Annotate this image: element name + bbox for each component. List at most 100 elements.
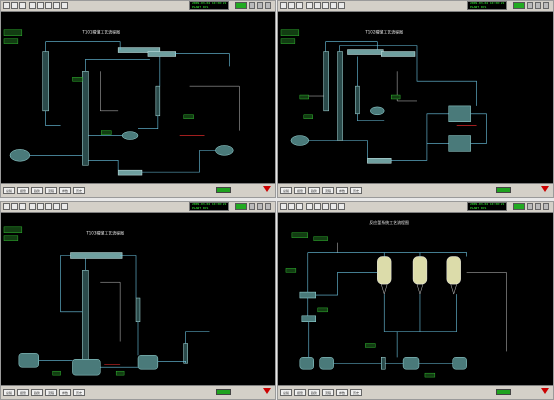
tag-box bbox=[424, 372, 436, 378]
home-icon[interactable] bbox=[3, 2, 10, 9]
status-indicator bbox=[496, 187, 511, 193]
save-icon[interactable] bbox=[45, 2, 52, 9]
diagram-title: T102精馏工艺流程图 bbox=[364, 30, 403, 35]
window-button[interactable] bbox=[535, 203, 541, 210]
zoom-icon[interactable] bbox=[19, 203, 26, 210]
check-icon[interactable] bbox=[306, 2, 313, 9]
status-indicator bbox=[235, 203, 247, 210]
status-indicator bbox=[235, 2, 247, 9]
refresh-icon[interactable] bbox=[330, 203, 337, 210]
tab-button[interactable]: 历史 bbox=[73, 389, 85, 396]
tab-button[interactable]: 参数 bbox=[59, 187, 71, 194]
save-icon[interactable] bbox=[322, 2, 329, 9]
tab-button[interactable]: 历史 bbox=[350, 389, 362, 396]
tab-button[interactable]: 总貌 bbox=[280, 187, 292, 194]
condenser bbox=[381, 51, 416, 57]
tab-button[interactable]: 趋势 bbox=[308, 389, 320, 396]
separator bbox=[155, 85, 161, 117]
tab-button[interactable]: 流程 bbox=[322, 187, 334, 194]
tab-button[interactable]: 总貌 bbox=[3, 187, 15, 194]
tab-button[interactable]: 总貌 bbox=[3, 389, 15, 396]
print-icon[interactable] bbox=[288, 203, 295, 210]
window-button[interactable] bbox=[543, 2, 549, 9]
diagram-title: T103精馏工艺流程图 bbox=[85, 231, 124, 236]
settings-icon[interactable] bbox=[61, 2, 68, 9]
check-icon[interactable] bbox=[306, 203, 313, 210]
tab-button[interactable]: 参数 bbox=[336, 389, 348, 396]
save-icon[interactable] bbox=[45, 203, 52, 210]
alarm-icon bbox=[263, 388, 271, 394]
tab-button[interactable]: 流程 bbox=[322, 389, 334, 396]
tab-button[interactable]: 流程 bbox=[45, 187, 57, 194]
tab-button[interactable]: 趋势 bbox=[31, 187, 43, 194]
tab-button[interactable]: 参数 bbox=[336, 187, 348, 194]
home-icon[interactable] bbox=[280, 2, 287, 9]
tag-box bbox=[317, 307, 328, 313]
window-button[interactable] bbox=[535, 2, 541, 9]
diagram-title: T101精馏工艺流程图 bbox=[81, 30, 120, 35]
panel-t102: 2009-03-04 10:30:21 PLANT DCS T102精馏工艺流程… bbox=[277, 0, 554, 198]
chart-icon[interactable] bbox=[314, 2, 321, 9]
tab-button[interactable]: 报警 bbox=[294, 389, 306, 396]
tag-box bbox=[303, 114, 313, 119]
storage-tank bbox=[452, 357, 467, 370]
tab-button[interactable]: 报警 bbox=[294, 187, 306, 194]
window-button[interactable] bbox=[249, 203, 255, 210]
diagram-title: 反应釜系统工艺流程图 bbox=[369, 220, 409, 225]
tank bbox=[215, 145, 234, 156]
settings-icon[interactable] bbox=[338, 203, 345, 210]
tab-button[interactable]: 历史 bbox=[73, 187, 85, 194]
tag-box bbox=[101, 130, 112, 135]
distillation-column bbox=[323, 51, 329, 112]
home-icon[interactable] bbox=[3, 203, 10, 210]
clock-display: 2009-03-04 10:30:21 PLANT DCS bbox=[189, 202, 229, 211]
chart-icon[interactable] bbox=[314, 203, 321, 210]
print-icon[interactable] bbox=[11, 2, 18, 9]
window-button[interactable] bbox=[265, 2, 271, 9]
chart-icon[interactable] bbox=[37, 203, 44, 210]
tab-button[interactable]: 总貌 bbox=[280, 389, 292, 396]
tab-button[interactable]: 报警 bbox=[17, 389, 29, 396]
settings-icon[interactable] bbox=[338, 2, 345, 9]
window-button[interactable] bbox=[527, 203, 533, 210]
tab-button[interactable]: 参数 bbox=[59, 389, 71, 396]
condenser bbox=[347, 49, 384, 55]
window-button[interactable] bbox=[543, 203, 549, 210]
refresh-icon[interactable] bbox=[53, 2, 60, 9]
print-icon[interactable] bbox=[288, 2, 295, 9]
tab-button[interactable]: 趋势 bbox=[308, 187, 320, 194]
window-button[interactable] bbox=[257, 203, 263, 210]
zoom-icon[interactable] bbox=[296, 203, 303, 210]
tab-button[interactable]: 趋势 bbox=[31, 389, 43, 396]
alarm-icon bbox=[541, 388, 549, 394]
chart-icon[interactable] bbox=[37, 2, 44, 9]
reactor bbox=[412, 256, 428, 285]
tab-button[interactable]: 历史 bbox=[350, 187, 362, 194]
window-button[interactable] bbox=[249, 2, 255, 9]
check-icon[interactable] bbox=[29, 203, 36, 210]
status-bar: 总貌 报警 趋势 流程 参数 历史 bbox=[1, 385, 275, 399]
save-icon[interactable] bbox=[322, 203, 329, 210]
separator bbox=[355, 85, 360, 115]
zoom-icon[interactable] bbox=[296, 2, 303, 9]
settings-icon[interactable] bbox=[61, 203, 68, 210]
reactor bbox=[448, 105, 471, 122]
process-canvas: T103精馏工艺流程图 bbox=[1, 213, 275, 386]
home-icon[interactable] bbox=[280, 203, 287, 210]
print-icon[interactable] bbox=[11, 203, 18, 210]
refresh-icon[interactable] bbox=[330, 2, 337, 9]
zoom-icon[interactable] bbox=[19, 2, 26, 9]
window-button[interactable] bbox=[265, 203, 271, 210]
feed-tank bbox=[301, 315, 316, 322]
tab-button[interactable]: 报警 bbox=[17, 187, 29, 194]
window-button[interactable] bbox=[257, 2, 263, 9]
window-button[interactable] bbox=[527, 2, 533, 9]
status-box bbox=[313, 236, 328, 241]
check-icon[interactable] bbox=[29, 2, 36, 9]
tag-box bbox=[285, 268, 297, 273]
tab-button[interactable]: 流程 bbox=[45, 389, 57, 396]
refresh-icon[interactable] bbox=[53, 203, 60, 210]
reboiler bbox=[9, 149, 31, 162]
distillation-column bbox=[82, 270, 89, 360]
toolbar: 2009-03-04 10:30:21 PLANT DCS bbox=[1, 1, 275, 12]
